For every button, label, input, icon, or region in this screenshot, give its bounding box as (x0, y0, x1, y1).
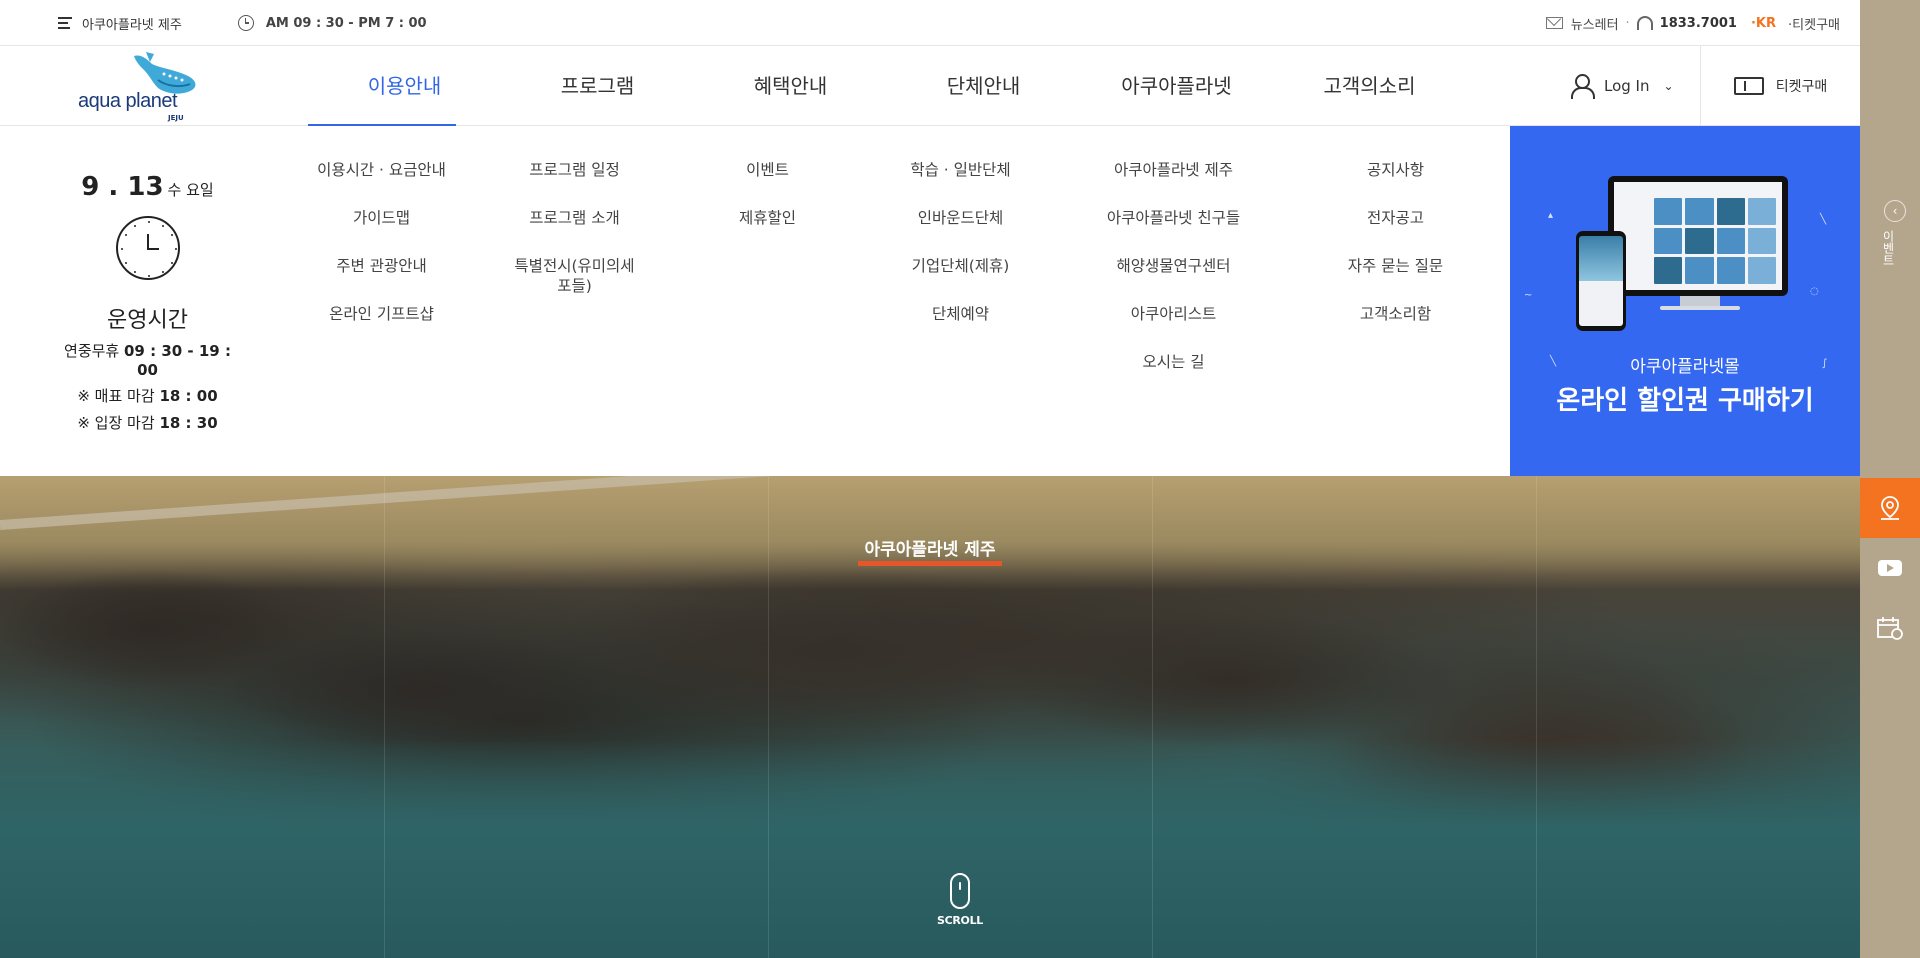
nav-item-programs[interactable]: 프로그램 (501, 46, 694, 126)
monitor-illustration (1608, 176, 1788, 296)
submenu-item[interactable]: 프로그램 일정 (478, 160, 671, 179)
clock-icon (237, 15, 254, 31)
side-tab-event[interactable]: ‹ 이벤트 (1880, 200, 1910, 320)
ticket-top-link[interactable]: ·티켓구매 (1788, 14, 1840, 33)
location-quick-button[interactable] (1860, 478, 1920, 538)
ticket-icon (1733, 77, 1764, 95)
utility-right: 뉴스레터 · 1833.7001 ·KR ·티켓구매 (1545, 0, 1840, 46)
submenu-item[interactable]: 인바운드단체 (864, 208, 1057, 227)
nav-menu: 이용안내 프로그램 혜택안내 단체안내 아쿠아플라넷 고객의소리 (308, 46, 1466, 127)
submenu-item[interactable]: 오시는 길 (1077, 352, 1270, 371)
logo[interactable]: aqua planet JEJU (78, 50, 223, 122)
submenu-item[interactable]: 프로그램 소개 (478, 208, 671, 227)
utility-left: 아쿠아플라넷 제주 AM 09 : 30 - PM 7 : 00 (58, 0, 427, 46)
submenu-item[interactable]: 온라인 기프트샵 (285, 304, 478, 323)
scroll-indicator[interactable]: SCROLL (937, 873, 983, 927)
submenu-item[interactable]: 학습 · 일반단체 (864, 160, 1057, 179)
clock-icon (115, 216, 180, 280)
operating-hours-box: 9 . 13 수 요일 운영시간 연중무휴 09 : 30 - 19 : 00 ※… (55, 126, 240, 476)
ticket-purchase-button[interactable]: 티켓구매 (1700, 46, 1860, 126)
map-pin-icon (1881, 496, 1899, 520)
side-tab-label: 이벤트 (1881, 230, 1895, 266)
day-of-week: 수 요일 (167, 181, 214, 199)
nav-item-usage-guide[interactable]: 이용안내 (308, 46, 501, 127)
ticket-close-line: ※ 매표 마감 18 : 00 (77, 387, 218, 405)
phone-link[interactable]: 1833.7001 (1636, 15, 1737, 31)
calendar-icon (1877, 617, 1903, 640)
online-discount-promo[interactable]: ▴ ╲ ◌ ~ ╲ ∫ 아쿠아플라넷몰 온라인 할인권 구매하기 (1510, 126, 1860, 476)
submenu-customer-voice: 공지사항 전자공고 자주 묻는 질문 고객소리함 (1299, 126, 1492, 323)
submenu-item[interactable]: 이용시간 · 요금안내 (285, 160, 478, 179)
entry-close-line: ※ 입장 마감 18 : 30 (77, 414, 218, 432)
ticket-purchase-label: 티켓구매 (1775, 79, 1828, 95)
submenu-item[interactable]: 기업단체(제휴) (864, 256, 1057, 275)
quick-bar (1860, 478, 1920, 658)
youtube-icon (1878, 560, 1902, 576)
submenu-item[interactable]: 주변 관광안내 (285, 256, 478, 275)
confetti-icon: ◌ (1810, 286, 1819, 297)
submenu-item[interactable]: 단체예약 (864, 304, 1057, 323)
calendar-quick-button[interactable] (1860, 598, 1920, 658)
login-label: Log In (1604, 77, 1650, 95)
nav-item-customer-voice[interactable]: 고객의소리 (1273, 46, 1466, 126)
confetti-icon: ▴ (1548, 210, 1554, 221)
date-value: 9 . 13 (81, 172, 164, 202)
login-button[interactable]: Log In ⌄ (1570, 46, 1674, 126)
opening-hours: AM 09 : 30 - PM 7 : 00 (265, 15, 427, 31)
submenu-programs: 프로그램 일정 프로그램 소개 특별전시(유미의세포들) (478, 126, 671, 295)
chevron-down-icon: ⌄ (1663, 79, 1674, 93)
operating-hours-title: 운영시간 (107, 308, 188, 333)
monitor-base (1660, 306, 1740, 310)
phone-illustration (1576, 231, 1626, 331)
submenu-item[interactable]: 고객소리함 (1299, 304, 1492, 323)
submenu-item[interactable]: 공지사항 (1299, 160, 1492, 179)
submenu-item[interactable]: 전자공고 (1299, 208, 1492, 227)
separator-dot: · (1625, 15, 1630, 31)
utility-bar: 아쿠아플라넷 제주 AM 09 : 30 - PM 7 : 00 뉴스레터 · … (0, 0, 1860, 46)
main-nav: aqua planet JEJU 이용안내 프로그램 혜택안내 단체안내 아쿠아… (0, 46, 1860, 127)
submenu-benefits: 이벤트 제휴할인 (671, 126, 864, 227)
submenu-aquaplanet: 아쿠아플라넷 제주 아쿠아플라넷 친구들 해양생물연구센터 아쿠아리스트 오시는… (1077, 126, 1270, 371)
youtube-quick-button[interactable] (1860, 538, 1920, 598)
submenu-item[interactable]: 가이드맵 (285, 208, 478, 227)
submenu-item[interactable]: 자주 묻는 질문 (1299, 256, 1492, 275)
promo-title: 온라인 할인권 구매하기 (1556, 386, 1814, 416)
submenu-groups: 학습 · 일반단체 인바운드단체 기업단체(제휴) 단체예약 (864, 126, 1057, 323)
submenu-item[interactable]: 특별전시(유미의세포들) (478, 256, 671, 295)
mail-icon (1545, 17, 1563, 29)
hamburger-icon[interactable] (58, 14, 72, 32)
phone-number: 1833.7001 (1659, 15, 1737, 31)
confetti-icon: ╲ (1820, 214, 1827, 225)
confetti-icon: ~ (1524, 290, 1533, 301)
scroll-label: SCROLL (936, 914, 984, 927)
user-icon (1570, 74, 1595, 99)
submenu-item[interactable]: 이벤트 (671, 160, 864, 179)
submenu-item[interactable]: 아쿠아리스트 (1077, 304, 1270, 323)
promo-subtitle: 아쿠아플라넷몰 (1630, 357, 1740, 377)
nav-item-aquaplanet[interactable]: 아쿠아플라넷 (1080, 46, 1273, 126)
today-date: 9 . 13 수 요일 (55, 172, 240, 202)
submenu-item[interactable]: 해양생물연구센터 (1077, 256, 1270, 275)
headset-icon (1636, 16, 1653, 30)
nav-item-benefits[interactable]: 혜택안내 (694, 46, 887, 126)
submenu-item[interactable]: 아쿠아플라넷 제주 (1077, 160, 1270, 179)
logo-text: aqua planet (78, 90, 178, 112)
logo-sub: JEJU (168, 114, 184, 122)
submenu-usage-guide: 이용시간 · 요금안내 가이드맵 주변 관광안내 온라인 기프트샵 (285, 126, 478, 323)
language-selector[interactable]: ·KR (1751, 16, 1776, 31)
newsletter-link[interactable]: 뉴스레터 (1545, 14, 1619, 33)
operating-hours-line: 연중무휴 09 : 30 - 19 : 00 (64, 342, 231, 379)
hero-sea (0, 740, 1860, 958)
mega-menu: 9 . 13 수 요일 운영시간 연중무휴 09 : 30 - 19 : 00 ※… (0, 126, 1860, 476)
newsletter-label: 뉴스레터 (1570, 17, 1619, 33)
submenu-item[interactable]: 아쿠아플라넷 친구들 (1077, 208, 1270, 227)
site-menu-link[interactable]: 아쿠아플라넷 제주 (82, 14, 182, 33)
nav-item-groups[interactable]: 단체안내 (887, 46, 1080, 126)
submenu-item[interactable]: 제휴할인 (671, 208, 864, 227)
hero-subtitle: 아쿠아플라넷 제주 (0, 535, 1860, 566)
chevron-left-icon: ‹ (1884, 200, 1906, 222)
mouse-icon (950, 873, 970, 909)
